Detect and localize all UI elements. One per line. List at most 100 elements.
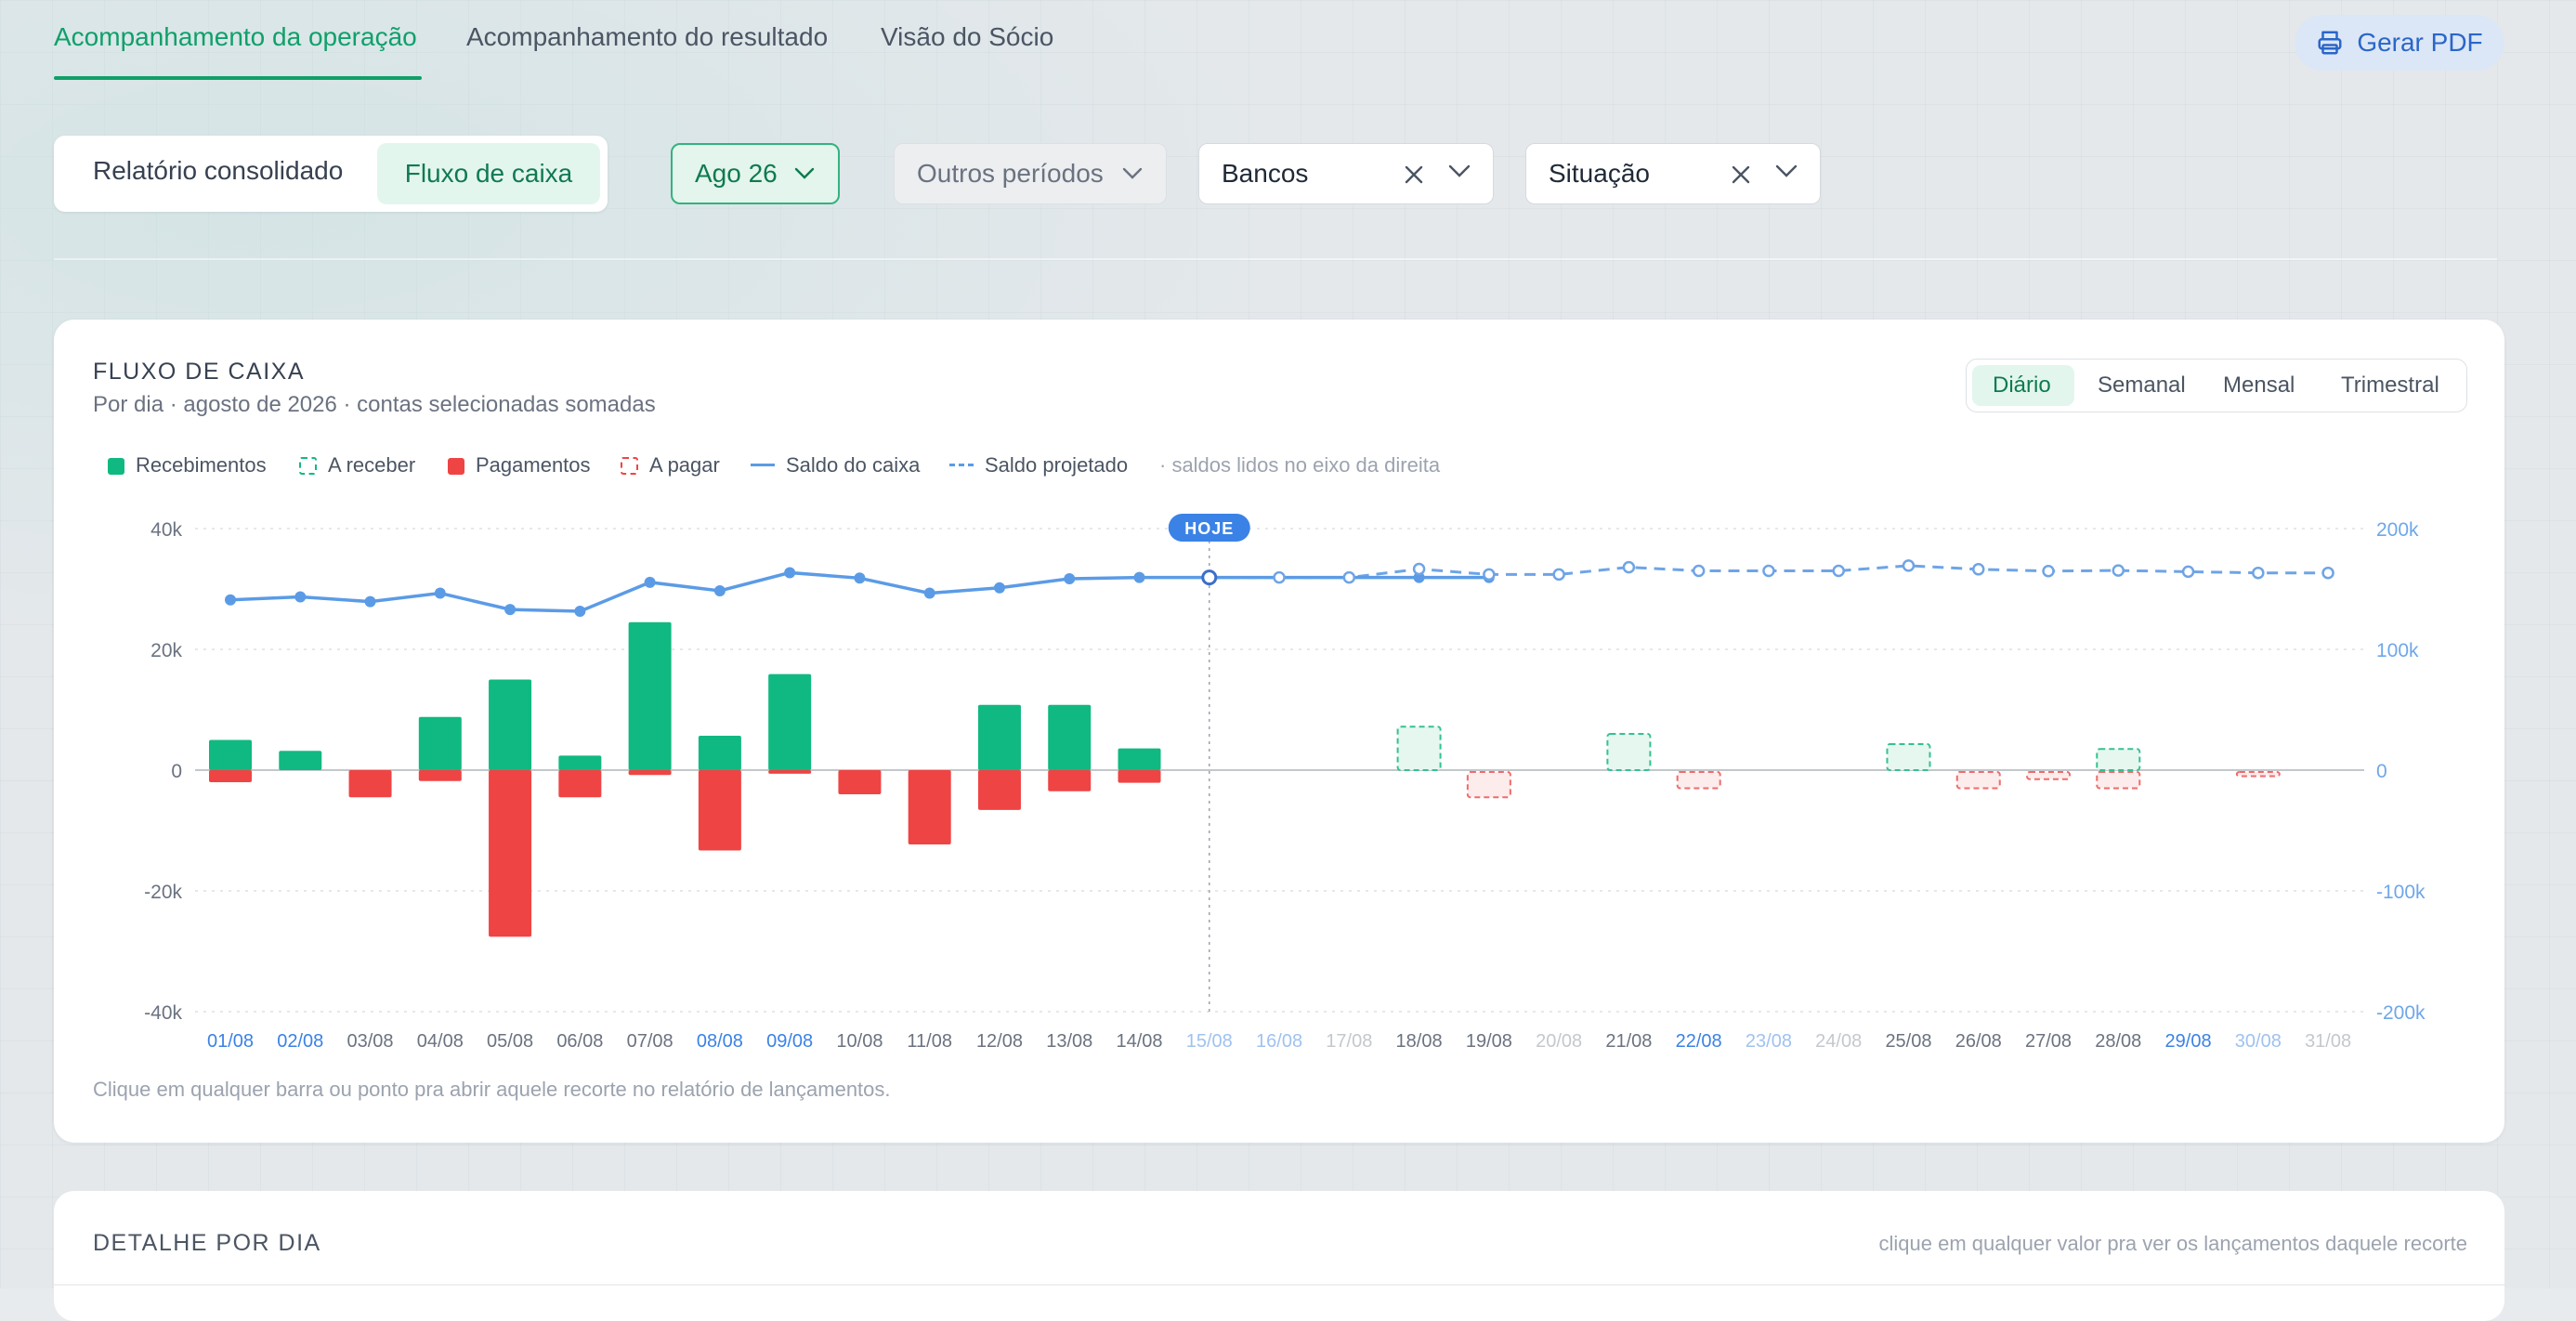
balance-point[interactable] <box>294 591 307 603</box>
projected-balance-point[interactable] <box>1692 564 1706 578</box>
y-left-tick-label: 40k <box>150 519 182 541</box>
balance-point[interactable] <box>854 572 866 584</box>
balance-point[interactable] <box>644 576 656 588</box>
today-balance-point[interactable] <box>1201 569 1218 586</box>
x-tick-label[interactable]: 05/08 <box>487 1031 533 1052</box>
bar-a-pagar[interactable] <box>1955 771 2001 790</box>
balance-point[interactable] <box>434 587 446 599</box>
projected-balance-point[interactable] <box>2252 566 2265 580</box>
projected-balance-point[interactable] <box>1622 560 1636 574</box>
x-tick-label[interactable]: 20/08 <box>1536 1031 1582 1052</box>
projected-balance-point[interactable] <box>2321 566 2334 580</box>
x-tick-label[interactable]: 07/08 <box>627 1031 673 1052</box>
bar-recebimentos[interactable] <box>558 755 602 770</box>
bar-pagamentos[interactable] <box>1118 770 1161 783</box>
bar-recebimentos[interactable] <box>489 679 532 771</box>
x-tick-label[interactable]: 14/08 <box>1116 1031 1162 1052</box>
bar-recebimentos[interactable] <box>628 621 672 770</box>
y-right-tick-label: -100k <box>2376 882 2426 903</box>
detail-hint: clique em qualquer valor pra ver os lanç… <box>1878 1232 2467 1255</box>
x-tick-label[interactable]: 10/08 <box>836 1031 883 1052</box>
x-tick-label[interactable]: 31/08 <box>2305 1031 2351 1052</box>
balance-point[interactable] <box>225 594 236 606</box>
bar-pagamentos[interactable] <box>768 770 812 774</box>
projected-balance-point[interactable] <box>1762 564 1775 578</box>
bar-pagamentos[interactable] <box>698 770 741 851</box>
bar-pagamentos[interactable] <box>209 770 252 782</box>
bar-recebimentos[interactable] <box>1118 748 1161 770</box>
balance-point[interactable] <box>713 584 726 596</box>
bar-pagamentos[interactable] <box>558 770 602 798</box>
x-tick-label[interactable]: 25/08 <box>1885 1031 1931 1052</box>
projected-balance-point[interactable] <box>1483 568 1496 582</box>
projected-balance-point[interactable] <box>1832 564 1845 578</box>
x-tick-label[interactable]: 19/08 <box>1466 1031 1512 1052</box>
x-tick-label[interactable]: 21/08 <box>1605 1031 1652 1052</box>
x-tick-label[interactable]: 27/08 <box>2025 1031 2072 1052</box>
projected-balance-point[interactable] <box>2042 565 2055 578</box>
bar-pagamentos[interactable] <box>348 770 392 798</box>
bar-pagamentos[interactable] <box>1048 770 1092 791</box>
bar-a-receber[interactable] <box>2096 748 2141 771</box>
bar-pagamentos[interactable] <box>489 770 532 937</box>
balance-point[interactable] <box>504 604 517 616</box>
bar-recebimentos[interactable] <box>1048 704 1092 770</box>
x-tick-label[interactable]: 11/08 <box>907 1031 952 1052</box>
x-tick-label[interactable]: 23/08 <box>1746 1031 1792 1052</box>
projected-balance-point[interactable] <box>1273 570 1286 584</box>
bar-pagamentos[interactable] <box>908 770 951 844</box>
x-tick-label[interactable]: 06/08 <box>556 1031 603 1052</box>
balance-point[interactable] <box>574 606 586 618</box>
projected-balance-point[interactable] <box>1972 563 1985 576</box>
x-tick-label[interactable]: 30/08 <box>2235 1031 2282 1052</box>
bar-pagamentos[interactable] <box>838 770 882 794</box>
balance-point[interactable] <box>1064 572 1076 584</box>
projected-balance-point[interactable] <box>1412 562 1426 576</box>
x-tick-label[interactable]: 03/08 <box>347 1031 394 1052</box>
bar-a-pagar[interactable] <box>2026 771 2072 780</box>
bar-a-pagar[interactable] <box>2096 771 2141 790</box>
x-tick-label[interactable]: 16/08 <box>1256 1031 1302 1052</box>
x-tick-label[interactable]: 12/08 <box>976 1031 1023 1052</box>
x-tick-label[interactable]: 24/08 <box>1815 1031 1862 1052</box>
projected-balance-point[interactable] <box>1342 570 1356 584</box>
bar-pagamentos[interactable] <box>977 770 1021 810</box>
x-tick-label[interactable]: 18/08 <box>1396 1031 1443 1052</box>
bar-recebimentos[interactable] <box>698 735 741 770</box>
x-tick-label[interactable]: 26/08 <box>1955 1031 2002 1052</box>
balance-point[interactable] <box>364 595 376 608</box>
x-tick-label[interactable]: 01/08 <box>207 1031 254 1052</box>
x-tick-label[interactable]: 22/08 <box>1676 1031 1722 1052</box>
balance-point[interactable] <box>1133 571 1145 583</box>
bar-recebimentos[interactable] <box>768 674 812 770</box>
balance-point[interactable] <box>993 582 1005 594</box>
x-tick-label[interactable]: 08/08 <box>697 1031 743 1052</box>
projected-balance-point[interactable] <box>2112 564 2125 577</box>
bar-a-receber[interactable] <box>1606 733 1652 771</box>
x-tick-label[interactable]: 04/08 <box>417 1031 464 1052</box>
bar-a-pagar[interactable] <box>1676 771 1721 790</box>
bar-pagamentos[interactable] <box>628 770 672 776</box>
x-tick-label[interactable]: 15/08 <box>1186 1031 1233 1052</box>
x-tick-label[interactable]: 09/08 <box>766 1031 813 1052</box>
bar-recebimentos[interactable] <box>418 716 462 770</box>
x-tick-label[interactable]: 02/08 <box>277 1031 323 1052</box>
balance-point[interactable] <box>784 567 796 579</box>
projected-balance-point[interactable] <box>2181 565 2195 579</box>
balance-point[interactable] <box>923 587 935 599</box>
bar-a-pagar[interactable] <box>2235 771 2281 778</box>
x-tick-label[interactable]: 28/08 <box>2095 1031 2141 1052</box>
bar-recebimentos[interactable] <box>977 704 1021 770</box>
y-left-tick-label: -40k <box>144 1002 182 1024</box>
x-tick-label[interactable]: 13/08 <box>1046 1031 1092 1052</box>
bar-recebimentos[interactable] <box>209 739 252 771</box>
bar-pagamentos[interactable] <box>418 770 462 781</box>
bar-a-pagar[interactable] <box>1466 771 1511 799</box>
bar-a-receber[interactable] <box>1396 726 1442 772</box>
x-tick-label[interactable]: 17/08 <box>1326 1031 1372 1052</box>
x-tick-label[interactable]: 29/08 <box>2165 1031 2212 1052</box>
projected-balance-point[interactable] <box>1902 559 1916 572</box>
bar-recebimentos[interactable] <box>279 751 322 770</box>
bar-a-receber[interactable] <box>1886 743 1931 771</box>
projected-balance-point[interactable] <box>1552 568 1565 582</box>
